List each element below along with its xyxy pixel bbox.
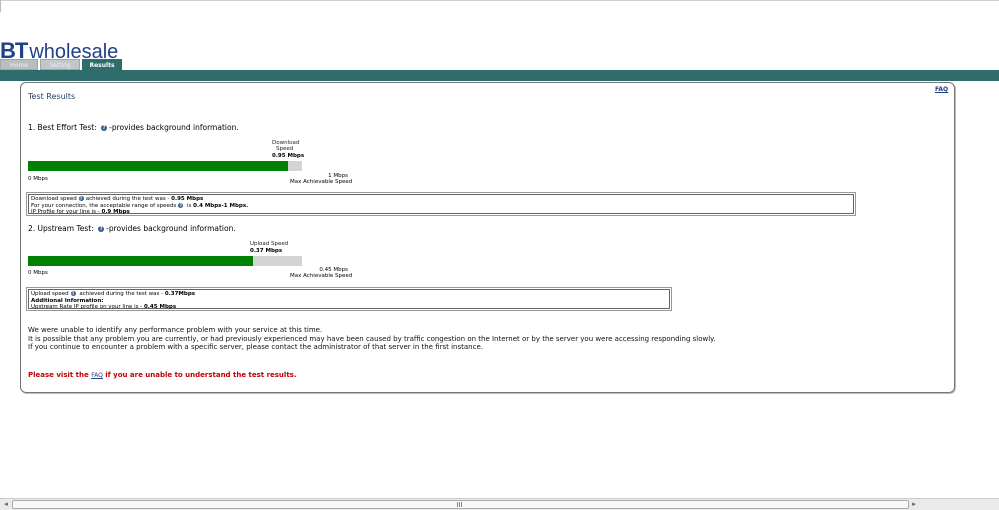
upload-bar-fill xyxy=(28,256,254,266)
acceptable-range-is: is xyxy=(185,202,194,209)
download-bar-track xyxy=(28,161,302,171)
upload-achieved-value: 0.37Mbps xyxy=(164,291,196,297)
download-achieved-value: 0.95 Mbps xyxy=(171,196,204,202)
info-icon[interactable]: ? xyxy=(98,226,105,232)
upload-speed-value: 0.37 Mbps xyxy=(250,248,283,254)
upload-scale-max-caption: Max Achievable Speed xyxy=(290,273,353,279)
download-speed-label: Download Speed xyxy=(272,140,299,152)
download-bar-fill xyxy=(28,161,289,171)
download-achieved-text: achieved during the test was - xyxy=(85,196,172,202)
panel-title: Test Results xyxy=(28,92,76,101)
nav-tabs: Home Setting Results xyxy=(0,59,124,70)
info-icon[interactable]: ? xyxy=(78,196,84,201)
download-speed-label-line2: Speed xyxy=(276,146,294,152)
upload-bar-track xyxy=(28,256,302,266)
upload-scale-max: 0.45 Mbps Max Achievable Speed xyxy=(290,267,353,279)
faq-notice-link[interactable]: FAQ xyxy=(91,372,103,379)
upstream-profile-text: Upstream Rate IP profile on your line is… xyxy=(31,304,144,310)
message-contact-admin: If you continue to encounter a problem w… xyxy=(28,343,483,351)
ip-profile-value: 0.9 Mbps xyxy=(101,209,130,215)
info-icon[interactable]: ? xyxy=(101,125,108,131)
upstream-heading-label: 2. Upstream Test: xyxy=(28,224,94,233)
info-icon[interactable]: ? xyxy=(178,202,184,208)
faq-notice-post: if you are unable to understand the test… xyxy=(102,371,297,379)
upstream-profile-value: 0.45 Mbps xyxy=(143,304,177,310)
tab-results[interactable]: Results xyxy=(82,59,122,70)
download-scale-max: 1 Mbps Max Achievable Speed xyxy=(290,173,353,185)
acceptable-range-text: For your connection, the acceptable rang… xyxy=(31,202,177,209)
horizontal-scrollbar[interactable]: ◂ ▸ xyxy=(0,498,999,510)
download-scale-max-caption: Max Achievable Speed xyxy=(290,179,353,185)
upstream-heading: 2. Upstream Test: ? -provides background … xyxy=(28,224,236,233)
ip-profile-text: IP Profile for your line is - xyxy=(31,209,102,215)
best-effort-heading-suffix: -provides background information. xyxy=(109,123,239,132)
scroll-left-icon[interactable]: ◂ xyxy=(1,499,11,509)
faq-notice: Please visit the FAQ if you are unable t… xyxy=(28,371,297,379)
scroll-right-icon[interactable]: ▸ xyxy=(909,499,919,509)
upload-speed-text: Upload speed xyxy=(31,291,69,297)
faq-notice-pre: Please visit the xyxy=(28,371,92,379)
tab-home[interactable]: Home xyxy=(0,59,38,70)
info-icon[interactable]: ? xyxy=(70,291,76,296)
upload-scale-min: 0 Mbps xyxy=(28,270,48,276)
scrollbar-grip-icon xyxy=(457,502,463,507)
download-scale-min: 0 Mbps xyxy=(28,176,48,182)
message-congestion: It is possible that any problem you are … xyxy=(28,335,716,343)
header-band xyxy=(0,70,999,81)
faq-link[interactable]: FAQ xyxy=(935,86,948,93)
download-speed-value: 0.95 Mbps xyxy=(272,153,305,159)
window-top-border xyxy=(0,0,999,1)
download-info-box: Download speed? achieved during the test … xyxy=(26,192,856,216)
upstream-heading-suffix: -provides background information. xyxy=(106,224,236,233)
best-effort-heading: 1. Best Effort Test: ? -provides backgrou… xyxy=(28,123,239,132)
upload-achieved-text: achieved during the test was - xyxy=(77,291,165,297)
best-effort-heading-label: 1. Best Effort Test: xyxy=(28,123,97,132)
download-info-line3: IP Profile for your line is - 0.9 Mbps xyxy=(31,209,851,216)
upload-speed-label: Upload Speed xyxy=(250,241,289,247)
upload-info-line3: Upstream Rate IP profile on your line is… xyxy=(31,304,667,311)
acceptable-range-value: 0.4 Mbps-1 Mbps. xyxy=(193,202,249,209)
scrollbar-thumb[interactable] xyxy=(12,500,909,509)
tab-setting[interactable]: Setting xyxy=(40,59,80,70)
upload-info-box: Upload speed? achieved during the test w… xyxy=(26,287,672,311)
window-left-border xyxy=(0,0,1,12)
message-no-problem: We were unable to identify any performan… xyxy=(28,326,323,334)
download-speed-text: Download speed xyxy=(31,196,77,202)
